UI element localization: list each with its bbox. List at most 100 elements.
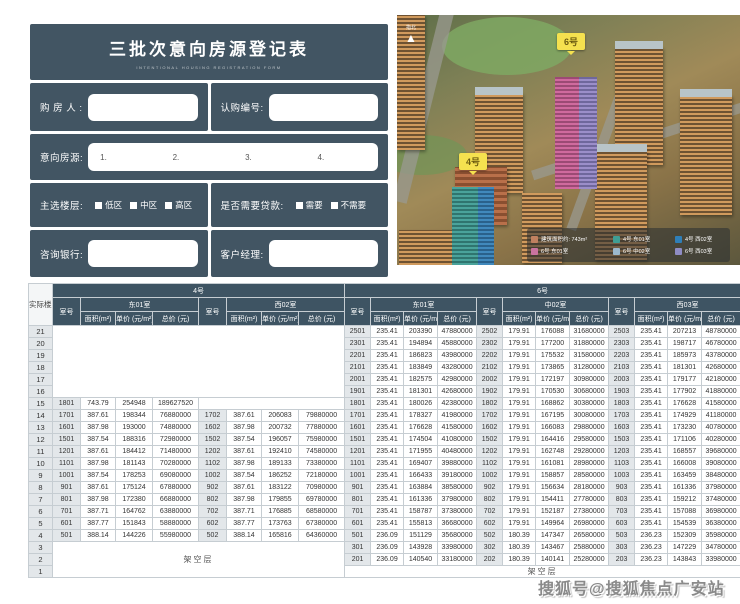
cell-area: 235.41	[371, 446, 404, 458]
cell-total-price: 27780000	[570, 494, 609, 506]
checkbox-icon[interactable]	[165, 202, 172, 209]
cell-total-price: 55980000	[153, 530, 199, 542]
cell-unit-price: 157088	[668, 506, 702, 518]
cell-unit-price: 189133	[262, 458, 299, 470]
cell-unit-price: 254948	[116, 398, 153, 410]
building-6-tag: 6号	[557, 33, 585, 50]
cell-unit-price: 193000	[116, 422, 153, 434]
cell-area: 235.41	[371, 506, 404, 518]
cell-area: 179.91	[503, 338, 536, 350]
cell-unit-price: 149964	[536, 518, 570, 530]
cell-total-price: 40280000	[702, 434, 740, 446]
loan-label: 是否需要贷款:	[211, 198, 284, 212]
cell-total-price: 28580000	[570, 470, 609, 482]
code-input[interactable]	[269, 94, 378, 121]
legend-item: 6号 中02室	[613, 247, 675, 255]
cell-floor: 12	[29, 434, 53, 446]
checkbox-icon[interactable]	[130, 202, 137, 209]
checkbox-icon[interactable]	[331, 202, 338, 209]
cell-area: 235.41	[635, 350, 668, 362]
intent-input[interactable]: 1.2.3.4.	[88, 143, 378, 171]
cell-total-price: 30980000	[570, 374, 609, 386]
cell-total-price: 39180000	[438, 470, 477, 482]
cell-total-price: 31280000	[570, 362, 609, 374]
aerial-rendering: 6号 4号 指北 ▲ 建筑面积约: 743m²4号 东01室4号 西02室6号 …	[397, 15, 740, 265]
cell-unit-price: 174929	[668, 410, 702, 422]
cell-unit-price: 207213	[668, 326, 702, 338]
cell-room-no: 603	[609, 518, 635, 530]
col-metric: 面积(m²)	[227, 312, 262, 326]
cell-area: 179.91	[503, 434, 536, 446]
cell-total-price: 41580000	[702, 398, 740, 410]
cell-total-price: 41980000	[438, 410, 477, 422]
cell-total-price: 29280000	[570, 446, 609, 458]
cell-area: 387.98	[81, 422, 116, 434]
cell-room-no: 1701	[345, 410, 371, 422]
building-4-highlight	[452, 187, 494, 265]
cell-room-no: 701	[53, 506, 81, 518]
cell-room-no: 1101	[345, 458, 371, 470]
cell-total-price: 42680000	[438, 386, 477, 398]
north-arrow-icon: 指北 ▲	[405, 25, 417, 45]
cell-area: 235.41	[371, 350, 404, 362]
header-row-buildings: 实际楼层 4号 6号	[29, 284, 740, 298]
bank-input[interactable]	[88, 240, 197, 267]
cell-unit-price: 162748	[536, 446, 570, 458]
cell-unit-price: 184412	[116, 446, 153, 458]
cell-area: 180.39	[503, 542, 536, 554]
cell-total-price: 31680000	[570, 326, 609, 338]
col-building6: 6号	[345, 284, 740, 298]
cell-room-no: 1603	[609, 422, 635, 434]
legend-swatch	[613, 236, 620, 243]
cell-room-no: 2101	[345, 362, 371, 374]
cell-floor: 17	[29, 374, 53, 386]
col-unit4-west: 西02室	[227, 298, 345, 312]
cell-unit-price: 173865	[536, 362, 570, 374]
checkbox-icon[interactable]	[296, 202, 303, 209]
cell-total-price: 43780000	[702, 350, 740, 362]
table-row: 5601387.7715184358880000602387.771737636…	[29, 518, 740, 530]
col-metric: 单价 (元/m²)	[536, 312, 570, 326]
cell-room-no: 1803	[609, 398, 635, 410]
cell-floor: 3	[29, 542, 53, 554]
buyer-row: 购 房 人 :	[30, 83, 208, 131]
cell-area: 235.41	[371, 410, 404, 422]
cell-total-price: 69080000	[153, 470, 199, 482]
intent-label: 意向房源:	[30, 150, 83, 164]
cell-room-no: 1001	[53, 470, 81, 482]
cell-area: 235.41	[371, 434, 404, 446]
table-row: 8901387.6117512467880000902387.611831227…	[29, 482, 740, 494]
cell-unit-price: 166433	[404, 470, 438, 482]
buyer-input[interactable]	[88, 94, 198, 121]
cell-room-no: 2203	[609, 350, 635, 362]
cell-total-price: 37380000	[438, 506, 477, 518]
cell-unit-price: 147347	[536, 530, 570, 542]
cell-area: 387.98	[81, 494, 116, 506]
cell-unit-price: 181301	[404, 386, 438, 398]
cell-area: 235.41	[635, 338, 668, 350]
table-row: 131601387.98193000748800001602387.982007…	[29, 422, 740, 434]
cell-area: 387.61	[81, 410, 116, 422]
cell-total-price: 25880000	[570, 542, 609, 554]
cell-room-no: 1502	[199, 434, 227, 446]
col-building4: 4号	[53, 284, 345, 298]
cell-area: 387.77	[227, 518, 262, 530]
checkbox-icon[interactable]	[95, 202, 102, 209]
bank-label: 咨询银行:	[30, 247, 83, 261]
cell-area: 235.41	[371, 518, 404, 530]
cell-total-price: 35980000	[702, 530, 740, 542]
cell-unit-price: 186823	[404, 350, 438, 362]
table-row: 212501235.41203390478800002502179.911760…	[29, 326, 740, 338]
cell-unit-price: 161336	[668, 482, 702, 494]
cell-unit-price: 156634	[536, 482, 570, 494]
loan-options: 需要不需要	[288, 199, 367, 211]
cell-unit-price: 178253	[116, 470, 153, 482]
cell-unit-price: 166008	[668, 458, 702, 470]
header-row-units: 室号 东01室 室号 西02室 室号 东01室 室号 中02室 室号 西03室	[29, 298, 740, 312]
cell-room-no: 501	[345, 530, 371, 542]
building-6-highlight	[555, 77, 597, 189]
cell-area: 235.41	[635, 362, 668, 374]
cell-area: 387.71	[81, 506, 116, 518]
manager-input[interactable]	[269, 240, 378, 267]
cell-area: 387.61	[227, 482, 262, 494]
